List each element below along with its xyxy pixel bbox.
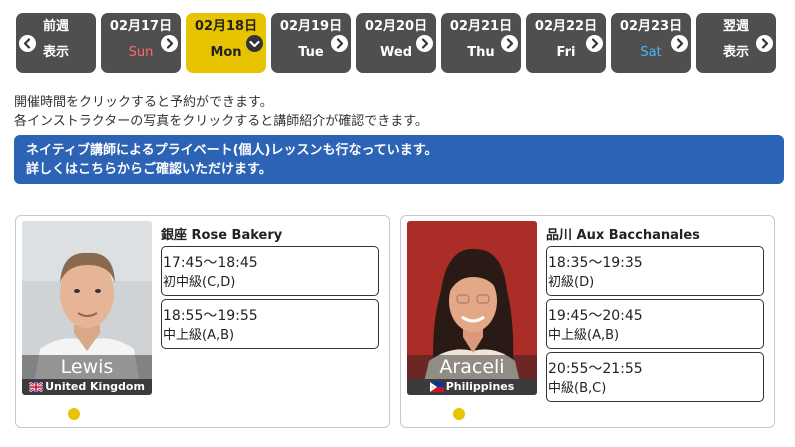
status-dot	[68, 408, 80, 420]
slot-time: 19:45〜20:45	[548, 308, 643, 324]
day-tab-0223[interactable]: 02月23日 Sat	[611, 13, 691, 73]
slot-time: 20:55〜21:55	[548, 361, 643, 377]
banner-line: ネイティブ講師によるプライベート(個人)レッスンも行なっています。	[26, 143, 438, 158]
prev-week-label-1: 前週	[42, 19, 69, 34]
day-tab-0218[interactable]: 02月18日 Mon	[186, 13, 266, 73]
day-tab-0220[interactable]: 02月20日 Wed	[356, 13, 436, 73]
chevron-right-icon	[586, 35, 603, 52]
day-date: 02月21日	[449, 19, 513, 34]
instruction-line: 各インストラクターの写真をクリックすると講師紹介が確認できます。	[14, 114, 428, 129]
slot-level: 初中級(C,D)	[163, 275, 236, 290]
studio-name: 品川 Aux Bacchanales	[546, 228, 700, 243]
prev-week-button[interactable]: 前週 表示	[16, 13, 96, 73]
instructor-name: Lewis	[22, 355, 152, 379]
day-date: 02月19日	[279, 19, 343, 34]
instructions-text: 開催時間をクリックすると予約ができます。 各インストラクターの写真をクリックする…	[14, 93, 428, 131]
day-date: 02月22日	[534, 19, 598, 34]
slot-time: 18:35〜19:35	[548, 255, 643, 271]
slot-level: 中上級(A,B)	[548, 328, 620, 343]
instructor-photo[interactable]: Araceli Philippines	[407, 221, 537, 395]
next-week-button[interactable]: 翌週 表示	[696, 13, 776, 73]
philippines-flag-icon	[429, 381, 444, 395]
instructor-card-lewis: Lewis United Kingdom 銀座 Rose Bakery 17:4…	[15, 215, 390, 428]
chevron-down-icon	[246, 35, 263, 52]
instructor-card-araceli: Araceli Philippines 品川 Aux Bacchanales 1…	[400, 215, 775, 428]
chevron-right-icon	[331, 35, 348, 52]
instructor-country-bar: Philippines	[407, 379, 537, 395]
day-navigation: 前週 表示 02月17日 Sun 02月18日 Mon 02月19日 Tue 0…	[16, 13, 778, 75]
status-dot	[453, 408, 465, 420]
uk-flag-icon	[28, 381, 44, 395]
country-name: United Kingdom	[45, 380, 145, 393]
chevron-right-icon	[161, 35, 178, 52]
slot-time: 17:45〜18:45	[163, 255, 258, 271]
day-tab-0222[interactable]: 02月22日 Fri	[526, 13, 606, 73]
lesson-slot[interactable]: 18:55〜19:55 中上級(A,B)	[161, 299, 379, 349]
studio-name: 銀座 Rose Bakery	[161, 228, 283, 243]
slot-time: 18:55〜19:55	[163, 308, 258, 324]
instruction-line: 開催時間をクリックすると予約ができます。	[14, 95, 273, 110]
instructor-photo[interactable]: Lewis United Kingdom	[22, 221, 152, 395]
instructor-name: Araceli	[407, 355, 537, 379]
banner-line: 詳しくはこちらからご確認いただけます。	[26, 162, 272, 177]
day-date: 02月17日	[109, 19, 173, 34]
day-tab-0221[interactable]: 02月21日 Thu	[441, 13, 521, 73]
lesson-slot[interactable]: 19:45〜20:45 中上級(A,B)	[546, 299, 764, 349]
next-week-label-1: 翌週	[722, 19, 749, 34]
slot-level: 中上級(A,B)	[163, 328, 235, 343]
lesson-slot[interactable]: 18:35〜19:35 初級(D)	[546, 246, 764, 296]
day-date: 02月23日	[619, 19, 683, 34]
chevron-left-icon	[19, 35, 36, 52]
slot-level: 初級(D)	[548, 275, 595, 290]
slot-level: 中級(B,C)	[548, 381, 607, 396]
day-date: 02月20日	[364, 19, 428, 34]
chevron-right-icon	[756, 35, 773, 52]
instructor-country-bar: United Kingdom	[22, 379, 152, 395]
day-tab-0217[interactable]: 02月17日 Sun	[101, 13, 181, 73]
day-tab-0219[interactable]: 02月19日 Tue	[271, 13, 351, 73]
lesson-slot[interactable]: 17:45〜18:45 初中級(C,D)	[161, 246, 379, 296]
chevron-right-icon	[416, 35, 433, 52]
day-date: 02月18日	[194, 19, 258, 34]
chevron-right-icon	[501, 35, 518, 52]
country-name: Philippines	[445, 380, 515, 393]
lesson-slot[interactable]: 20:55〜21:55 中級(B,C)	[546, 352, 764, 402]
chevron-right-icon	[671, 35, 688, 52]
private-lesson-banner[interactable]: ネイティブ講師によるプライベート(個人)レッスンも行なっています。 詳しくはこち…	[14, 135, 784, 184]
